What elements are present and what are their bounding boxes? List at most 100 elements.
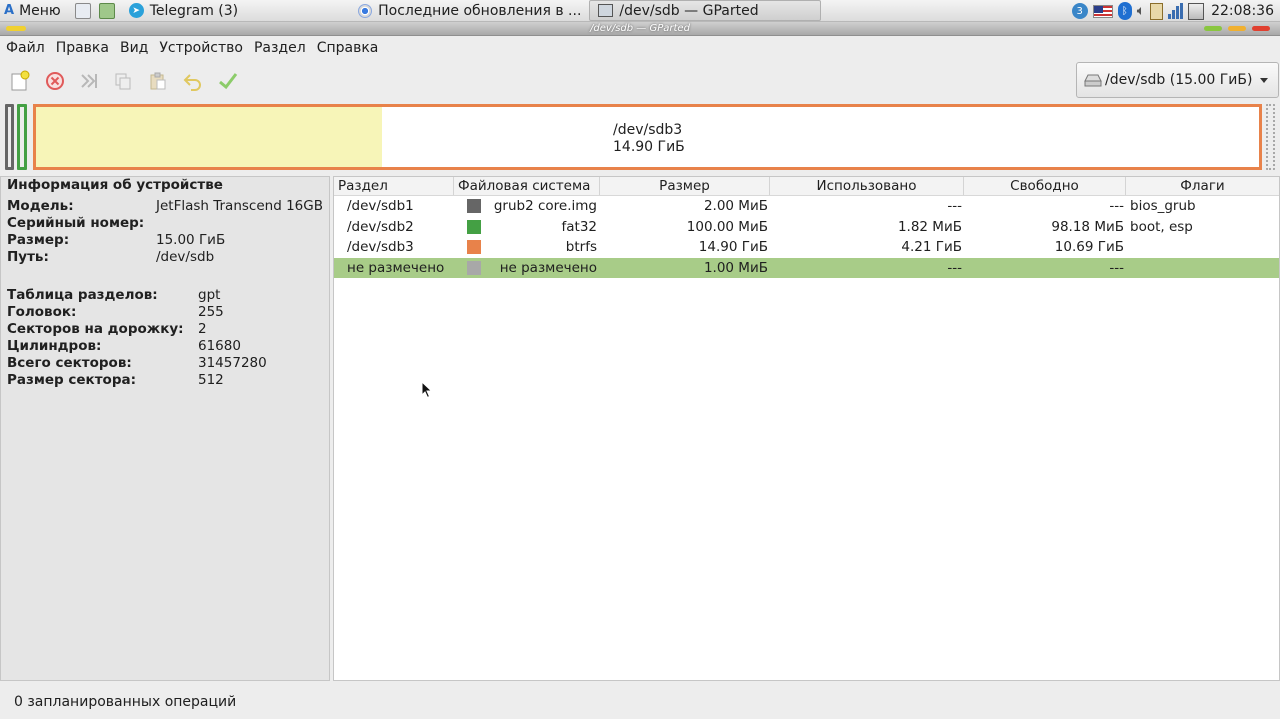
clipboard-icon[interactable] [1150, 2, 1164, 20]
maximize-button[interactable] [1228, 26, 1246, 31]
menu-help[interactable]: Справка [317, 40, 384, 56]
table-row[interactable]: не размечено не размечено 1.00 МиБ --- -… [334, 257, 1279, 278]
info-key: Всего секторов: [7, 355, 132, 371]
new-icon [11, 70, 30, 91]
info-key: Головок: [7, 304, 77, 320]
cell-used: --- [947, 198, 962, 215]
cell-used: --- [947, 259, 962, 276]
paste-icon [150, 72, 166, 90]
info-value: 255 [198, 304, 224, 320]
bluetooth-icon[interactable]: ᛒ [1117, 2, 1132, 20]
image-viewer-launcher-icon[interactable] [98, 2, 115, 19]
copy-button[interactable] [111, 69, 135, 93]
cell-free: 10.69 ГиБ [1054, 239, 1124, 256]
delete-partition-button[interactable] [43, 69, 67, 93]
table-header: Раздел Файловая система Размер Использов… [334, 177, 1279, 196]
task-telegram[interactable]: ➤ Telegram (3) [121, 0, 246, 21]
cell-partition: /dev/sdb3 [347, 239, 414, 256]
delete-icon [46, 72, 64, 90]
info-value: JetFlash Transcend 16GB [156, 198, 323, 214]
cell-filesystem-label: btrfs [565, 239, 597, 256]
task-telegram-label: Telegram (3) [149, 2, 239, 19]
system-tray: 3 ᛒ 🔈︎ 22:08:36 [1071, 0, 1280, 22]
task-browser[interactable]: Последние обновления в ... [350, 0, 589, 21]
close-button[interactable] [1252, 26, 1270, 31]
column-header-free[interactable]: Свободно [964, 177, 1126, 195]
partition-block-sdb1[interactable] [5, 104, 14, 170]
device-info-panel: Информация об устройстве Модель: JetFlash… [0, 176, 330, 681]
notification-badge-icon[interactable]: 3 [1071, 3, 1088, 19]
cell-used: 1.82 МиБ [897, 218, 962, 235]
cell-flags: boot, esp [1130, 218, 1193, 235]
start-menu-label: Меню [19, 2, 61, 19]
column-header-partition[interactable]: Раздел [334, 177, 454, 195]
column-header-flags[interactable]: Флаги [1126, 177, 1279, 195]
table-row[interactable]: /dev/sdb3 btrfs 14.90 ГиБ 4.21 ГиБ 10.69… [334, 237, 1279, 258]
cell-filesystem-label: grub2 core.img [493, 198, 597, 215]
task-browser-label: Последние обновления в ... [378, 2, 582, 19]
clock[interactable]: 22:08:36 [1211, 3, 1274, 19]
menu-file[interactable]: Файл [6, 40, 50, 56]
device-info-group: Модель: JetFlash Transcend 16GB Серийный … [7, 198, 329, 266]
info-value: 15.00 ГиБ [156, 232, 226, 248]
apply-button[interactable] [216, 69, 240, 93]
cell-filesystem-label: fat32 [561, 218, 598, 235]
info-key: Таблица разделов: [7, 287, 158, 303]
column-header-size[interactable]: Размер [600, 177, 770, 195]
device-info-title: Информация об устройстве [7, 177, 223, 193]
keyboard-layout-flag-icon[interactable] [1092, 4, 1113, 18]
menu-edit[interactable]: Правка [56, 40, 114, 56]
menu-partition[interactable]: Раздел [254, 40, 311, 56]
cell-size: 100.00 МиБ [686, 218, 768, 235]
cell-filesystem: grub2 core.img [454, 198, 600, 214]
window-titlebar[interactable]: /dev/sdb — GParted [0, 22, 1280, 36]
cell-filesystem-label: не размечено [499, 259, 597, 276]
column-header-used[interactable]: Использовано [770, 177, 964, 195]
file-manager-launcher-icon[interactable] [74, 2, 91, 19]
task-gparted[interactable]: /dev/sdb — GParted [589, 0, 822, 21]
copy-icon [115, 73, 131, 90]
info-value: 512 [198, 372, 224, 388]
network-signal-icon[interactable] [1168, 3, 1184, 19]
undo-icon [183, 74, 201, 91]
status-bar: 0 запланированных операций [0, 684, 1280, 719]
table-row[interactable]: /dev/sdb1 grub2 core.img 2.00 МиБ --- --… [334, 196, 1279, 217]
used-space-fill [36, 107, 382, 167]
partition-table-info-group: Таблица разделов: gpt Головок: 255 Секторо… [7, 287, 329, 389]
cell-flags: bios_grub [1130, 198, 1196, 215]
partition-block-size: 14.90 ГиБ [613, 139, 685, 155]
mouse-cursor-icon [421, 381, 433, 399]
partition-block-sdb2[interactable] [17, 104, 27, 170]
start-menu-button[interactable]: A Меню [0, 0, 61, 22]
minimize-button[interactable] [1204, 26, 1222, 31]
device-selector[interactable]: /dev/sdb (15.00 ГиБ) [1076, 62, 1279, 98]
partition-block-name: /dev/sdb3 [613, 122, 683, 138]
info-key: Цилиндров: [7, 338, 102, 354]
cell-filesystem: fat32 [454, 219, 600, 235]
cell-size: 14.90 ГиБ [698, 239, 768, 256]
info-value: 61680 [198, 338, 241, 354]
menu-device[interactable]: Устройство [159, 40, 248, 56]
fs-color-swatch [467, 240, 481, 255]
info-key: Серийный номер: [7, 215, 145, 231]
resize-move-button[interactable] [77, 69, 101, 93]
menu-view[interactable]: Вид [120, 40, 153, 56]
cell-partition: /dev/sdb1 [347, 198, 414, 215]
cell-free: 98.18 МиБ [1051, 218, 1124, 235]
cell-partition: не размечено [347, 259, 445, 276]
paste-button[interactable] [146, 69, 170, 93]
undo-button[interactable] [181, 69, 205, 93]
new-partition-button[interactable] [8, 69, 32, 93]
table-row[interactable]: /dev/sdb2 fat32 100.00 МиБ 1.82 МиБ 98.1… [334, 217, 1279, 238]
info-key: Размер: [7, 232, 70, 248]
disk-graphic: /dev/sdb3 14.90 ГиБ [4, 104, 1276, 172]
resize-icon [81, 74, 97, 88]
battery-icon[interactable] [1188, 2, 1205, 20]
pending-operations-label: 0 запланированных операций [14, 693, 237, 710]
partition-block-unallocated[interactable] [1266, 104, 1275, 170]
column-header-filesystem[interactable]: Файловая система [454, 177, 600, 195]
partition-block-sdb3[interactable]: /dev/sdb3 14.90 ГиБ [33, 104, 1262, 170]
gparted-icon [598, 4, 614, 17]
partition-table: Раздел Файловая система Размер Использов… [333, 176, 1280, 681]
volume-icon[interactable]: 🔈︎ [1137, 3, 1145, 19]
